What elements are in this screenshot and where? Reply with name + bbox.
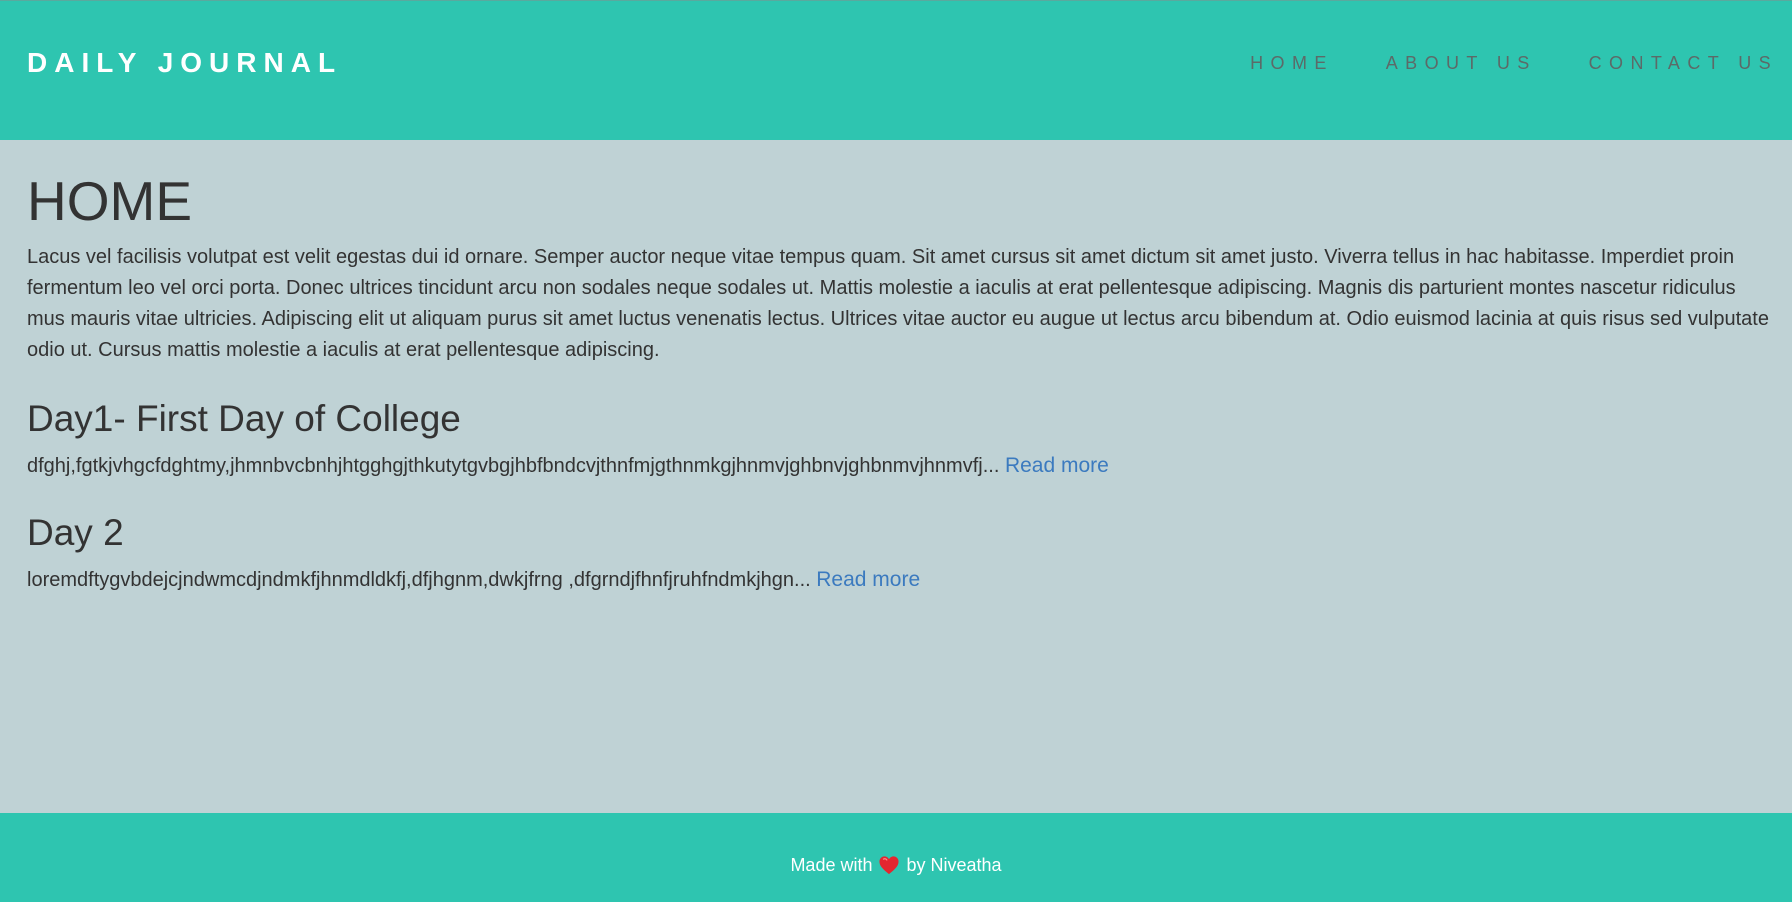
brand-logo-text[interactable]: DAILY JOURNAL: [27, 47, 342, 79]
main-content: HOME Lacus vel facilisis volutpat est ve…: [27, 140, 1772, 592]
footer: Made with by Niveatha: [0, 813, 1792, 902]
post-title: Day1- First Day of College: [27, 398, 461, 439]
post-excerpt: loremdftygvbdejcjndwmcdjndmkfjhnmdldkfj,…: [27, 568, 1772, 592]
nav-menu: HOME ABOUT US CONTACT US: [1250, 53, 1778, 74]
post-excerpt-text: loremdftygvbdejcjndwmcdjndmkfjhnmdldkfj,…: [27, 569, 811, 591]
post-excerpt: dfghj,fgtkjvhgcfdghtmy,jhmnbvcbnhjhtgghg…: [27, 454, 1772, 478]
footer-suffix: by Niveatha: [906, 855, 1002, 875]
navbar: DAILY JOURNAL HOME ABOUT US CONTACT US: [0, 0, 1792, 140]
post-day-1: Day1- First Day of College dfghj,fgtkjvh…: [27, 398, 1772, 478]
post-excerpt-text: dfghj,fgtkjvhgcfdghtmy,jhmnbvcbnhjhtgghg…: [27, 455, 1000, 477]
read-more-link[interactable]: Read more: [1005, 454, 1109, 477]
nav-link-home[interactable]: HOME: [1250, 53, 1334, 73]
nav-item-home: HOME: [1250, 53, 1334, 74]
nav-link-contact-us[interactable]: CONTACT US: [1589, 53, 1778, 73]
read-more-link[interactable]: Read more: [816, 568, 920, 591]
footer-prefix: Made with: [790, 855, 873, 875]
page-title: HOME: [27, 170, 192, 232]
footer-credit: Made with by Niveatha: [0, 853, 1792, 877]
page: DAILY JOURNAL HOME ABOUT US CONTACT US H…: [0, 0, 1792, 902]
nav-item-contact-us: CONTACT US: [1589, 53, 1778, 74]
nav-item-about-us: ABOUT US: [1386, 53, 1537, 74]
nav-link-about-us[interactable]: ABOUT US: [1386, 53, 1537, 73]
heart-icon: [879, 856, 900, 875]
post-day-2: Day 2 loremdftygvbdejcjndwmcdjndmkfjhnmd…: [27, 512, 1772, 592]
intro-paragraph: Lacus vel facilisis volutpat est velit e…: [27, 246, 1769, 361]
post-title: Day 2: [27, 512, 124, 553]
